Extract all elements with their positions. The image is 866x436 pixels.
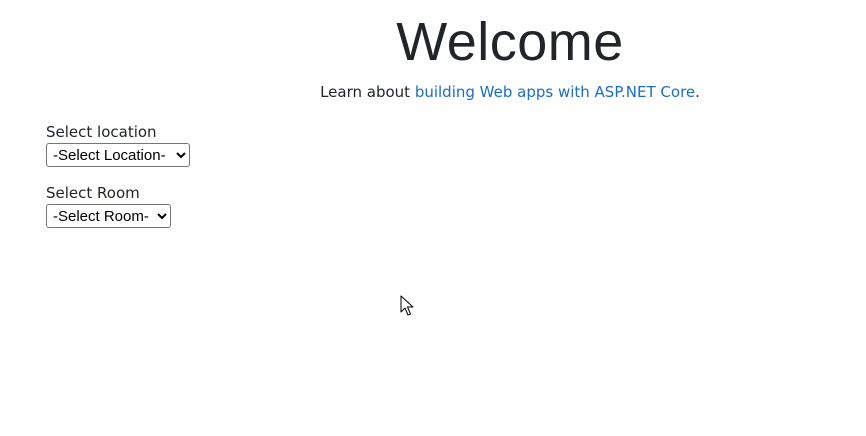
room-select[interactable]: -Select Room- xyxy=(46,204,171,228)
subtitle-prefix: Learn about xyxy=(320,83,415,101)
location-field: Select location -Select Location- xyxy=(46,123,190,167)
page: Welcome Learn about building Web apps wi… xyxy=(0,0,866,436)
page-title: Welcome xyxy=(396,12,624,72)
subtitle-suffix: . xyxy=(695,83,700,101)
location-label: Select location xyxy=(46,123,157,141)
room-label: Select Room xyxy=(46,184,140,202)
welcome-section: Welcome Learn about building Web apps wi… xyxy=(0,10,866,102)
selection-form: Select location -Select Location- Select… xyxy=(46,123,190,245)
location-select[interactable]: -Select Location- xyxy=(46,143,190,167)
mouse-pointer-icon xyxy=(400,295,414,316)
room-field: Select Room -Select Room- xyxy=(46,184,190,228)
aspnet-core-link[interactable]: building Web apps with ASP.NET Core xyxy=(415,83,695,101)
welcome-subtitle: Learn about building Web apps with ASP.N… xyxy=(0,82,866,102)
